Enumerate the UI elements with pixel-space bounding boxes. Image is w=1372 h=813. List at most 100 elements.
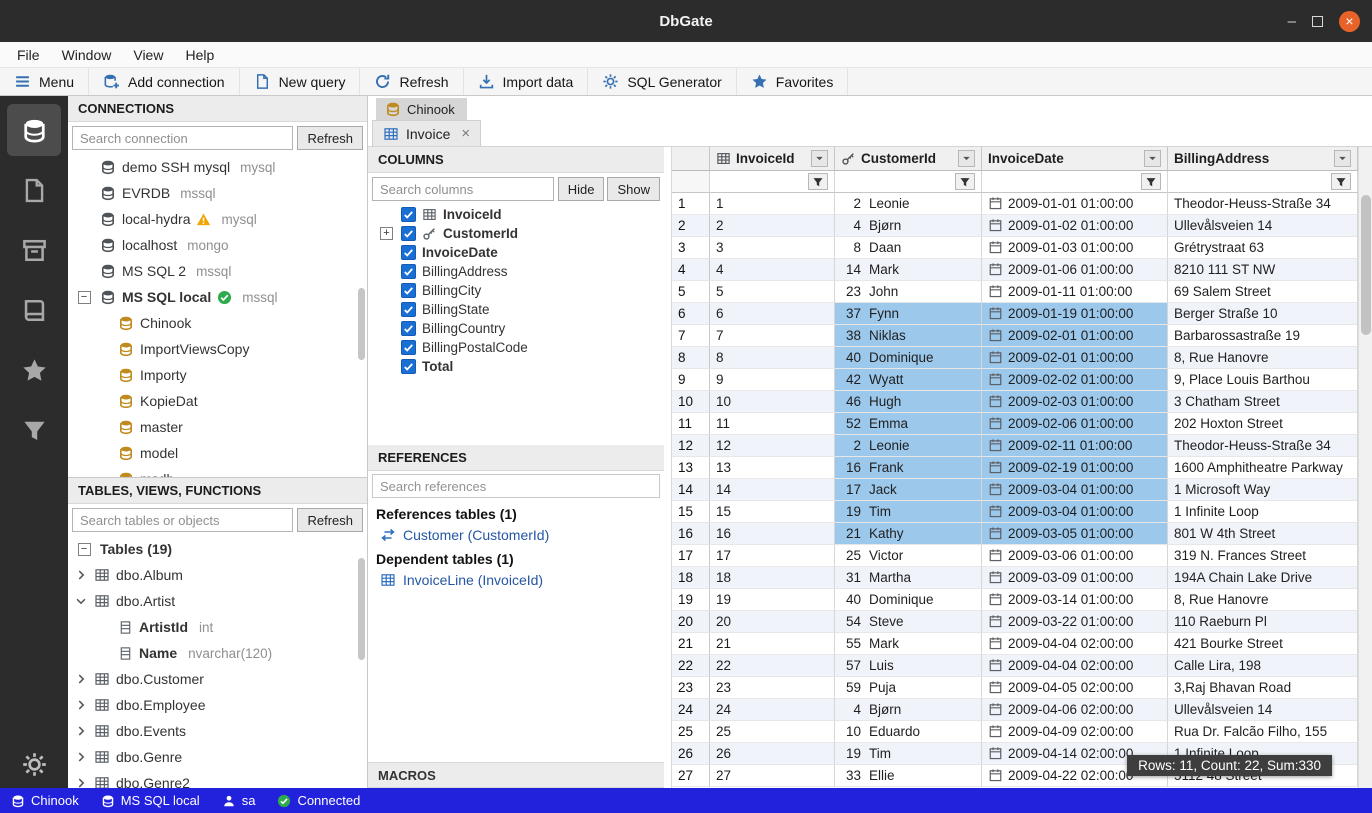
invoice-id-cell[interactable]: 9 — [710, 369, 835, 391]
customer-id-cell[interactable]: 4Bjørn — [835, 699, 982, 721]
customer-id-cell[interactable]: 19Tim — [835, 743, 982, 765]
billing-address-cell[interactable]: Theodor-Heuss-Straße 34 — [1168, 193, 1358, 215]
grid-vertical-scrollbar[interactable] — [1358, 147, 1372, 788]
column-dropdown-icon[interactable] — [1144, 150, 1161, 167]
invoice-date-cell[interactable]: 2009-03-22 01:00:00 — [982, 611, 1168, 633]
connection-item[interactable]: MS SQL 2mssql — [68, 258, 367, 284]
tables-group-header[interactable]: −Tables (19) — [68, 536, 367, 562]
customer-id-cell[interactable]: 37Fynn — [835, 303, 982, 325]
invoice-date-cell[interactable]: 2009-04-04 02:00:00 — [982, 655, 1168, 677]
database-item[interactable]: Importy — [68, 362, 367, 388]
row-number-cell[interactable]: 5 — [672, 281, 710, 303]
table-item[interactable]: dbo.Artist — [68, 588, 367, 614]
invoice-date-cell[interactable]: 2009-04-06 02:00:00 — [982, 699, 1168, 721]
customer-id-cell[interactable]: 16Frank — [835, 457, 982, 479]
customer-id-cell[interactable]: 23John — [835, 281, 982, 303]
filter-icon[interactable] — [955, 173, 975, 190]
invoice-date-cell[interactable]: 2009-03-04 01:00:00 — [982, 479, 1168, 501]
billing-address-cell[interactable]: 110 Raeburn Pl — [1168, 611, 1358, 633]
checkbox-checked[interactable] — [401, 264, 416, 279]
invoice-date-cell[interactable]: 2009-02-03 01:00:00 — [982, 391, 1168, 413]
invoice-id-cell[interactable]: 11 — [710, 413, 835, 435]
filter-icon[interactable] — [1331, 173, 1351, 190]
customer-id-cell[interactable]: 46Hugh — [835, 391, 982, 413]
customer-id-cell[interactable]: 21Kathy — [835, 523, 982, 545]
billing-address-cell[interactable]: 1600 Amphitheatre Parkway — [1168, 457, 1358, 479]
table-item[interactable]: dbo.Employee — [68, 692, 367, 718]
toolbar-menu[interactable]: Menu — [0, 68, 89, 95]
menu-file[interactable]: File — [6, 44, 51, 66]
invoice-id-cell[interactable]: 8 — [710, 347, 835, 369]
sidebar-item-favorites[interactable] — [7, 344, 61, 396]
billing-address-cell[interactable]: 9, Place Louis Barthou — [1168, 369, 1358, 391]
chevron-right-icon[interactable] — [74, 672, 88, 686]
column-header-billingaddress[interactable]: BillingAddress — [1168, 147, 1358, 171]
row-number-cell[interactable]: 18 — [672, 567, 710, 589]
tab-group-chinook[interactable]: Chinook — [376, 98, 467, 120]
table-item[interactable]: dbo.Genre2 — [68, 770, 367, 788]
column-header-customerid[interactable]: CustomerId — [835, 147, 982, 171]
row-number-cell[interactable]: 10 — [672, 391, 710, 413]
row-number-cell[interactable]: 7 — [672, 325, 710, 347]
customer-id-cell[interactable]: 31Martha — [835, 567, 982, 589]
invoice-date-cell[interactable]: 2009-01-02 01:00:00 — [982, 215, 1168, 237]
table-item[interactable]: dbo.Genre — [68, 744, 367, 770]
show-button[interactable]: Show — [607, 177, 660, 201]
row-number-cell[interactable]: 9 — [672, 369, 710, 391]
chevron-right-icon[interactable] — [74, 724, 88, 738]
column-toggle-item[interactable]: InvoiceDate — [368, 243, 664, 262]
column-dropdown-icon[interactable] — [958, 150, 975, 167]
chevron-right-icon[interactable] — [74, 698, 88, 712]
customer-id-cell[interactable]: 19Tim — [835, 501, 982, 523]
invoice-id-cell[interactable]: 4 — [710, 259, 835, 281]
sidebar-item-connections[interactable] — [7, 104, 61, 156]
table-item[interactable]: dbo.Album — [68, 562, 367, 588]
tab-invoice[interactable]: Invoice × — [372, 120, 481, 146]
tab-close-icon[interactable]: × — [461, 125, 470, 142]
invoice-id-cell[interactable]: 12 — [710, 435, 835, 457]
billing-address-cell[interactable]: Theodor-Heuss-Straße 34 — [1168, 435, 1358, 457]
checkbox-checked[interactable] — [401, 359, 416, 374]
checkbox-checked[interactable] — [401, 283, 416, 298]
billing-address-cell[interactable]: Ullevålsveien 14 — [1168, 699, 1358, 721]
invoice-date-cell[interactable]: 2009-04-05 02:00:00 — [982, 677, 1168, 699]
column-toggle-item[interactable]: BillingCountry — [368, 319, 664, 338]
database-item[interactable]: KopieDat — [68, 388, 367, 414]
billing-address-cell[interactable]: 69 Salem Street — [1168, 281, 1358, 303]
row-number-cell[interactable]: 21 — [672, 633, 710, 655]
row-number-cell[interactable]: 15 — [672, 501, 710, 523]
invoice-id-cell[interactable]: 23 — [710, 677, 835, 699]
row-number-cell[interactable]: 2 — [672, 215, 710, 237]
reference-link[interactable]: Customer (CustomerId) — [368, 524, 664, 546]
invoice-date-cell[interactable]: 2009-03-04 01:00:00 — [982, 501, 1168, 523]
invoice-id-cell[interactable]: 1 — [710, 193, 835, 215]
customer-id-cell[interactable]: 2Leonie — [835, 435, 982, 457]
customer-id-cell[interactable]: 17Jack — [835, 479, 982, 501]
customer-id-cell[interactable]: 42Wyatt — [835, 369, 982, 391]
statusbar-connection[interactable]: MS SQL local — [90, 788, 211, 813]
billing-address-cell[interactable]: 3,Raj Bhavan Road — [1168, 677, 1358, 699]
billing-address-cell[interactable]: Rua Dr. Falcão Filho, 155 — [1168, 721, 1358, 743]
database-item[interactable]: model — [68, 440, 367, 466]
toolbar-new-query[interactable]: New query — [240, 68, 361, 95]
invoice-date-cell[interactable]: 2009-04-04 02:00:00 — [982, 633, 1168, 655]
minimize-icon[interactable]: – — [1288, 13, 1296, 30]
invoice-date-cell[interactable]: 2009-03-09 01:00:00 — [982, 567, 1168, 589]
collapse-icon[interactable]: − — [78, 543, 91, 556]
column-toggle-item[interactable]: BillingCity — [368, 281, 664, 300]
filter-input-billingaddress[interactable] — [1168, 171, 1358, 193]
invoice-id-cell[interactable]: 22 — [710, 655, 835, 677]
close-icon[interactable]: × — [1339, 11, 1360, 32]
row-number-cell[interactable]: 26 — [672, 743, 710, 765]
invoice-id-cell[interactable]: 14 — [710, 479, 835, 501]
checkbox-checked[interactable] — [401, 226, 416, 241]
menu-help[interactable]: Help — [174, 44, 225, 66]
toolbar-refresh[interactable]: Refresh — [360, 68, 463, 95]
billing-address-cell[interactable]: Grétrystraat 63 — [1168, 237, 1358, 259]
invoice-date-cell[interactable]: 2009-01-06 01:00:00 — [982, 259, 1168, 281]
statusbar-status[interactable]: Connected — [266, 788, 371, 813]
column-header-invoicedate[interactable]: InvoiceDate — [982, 147, 1168, 171]
row-number-cell[interactable]: 25 — [672, 721, 710, 743]
invoice-id-cell[interactable]: 19 — [710, 589, 835, 611]
customer-id-cell[interactable]: 14Mark — [835, 259, 982, 281]
